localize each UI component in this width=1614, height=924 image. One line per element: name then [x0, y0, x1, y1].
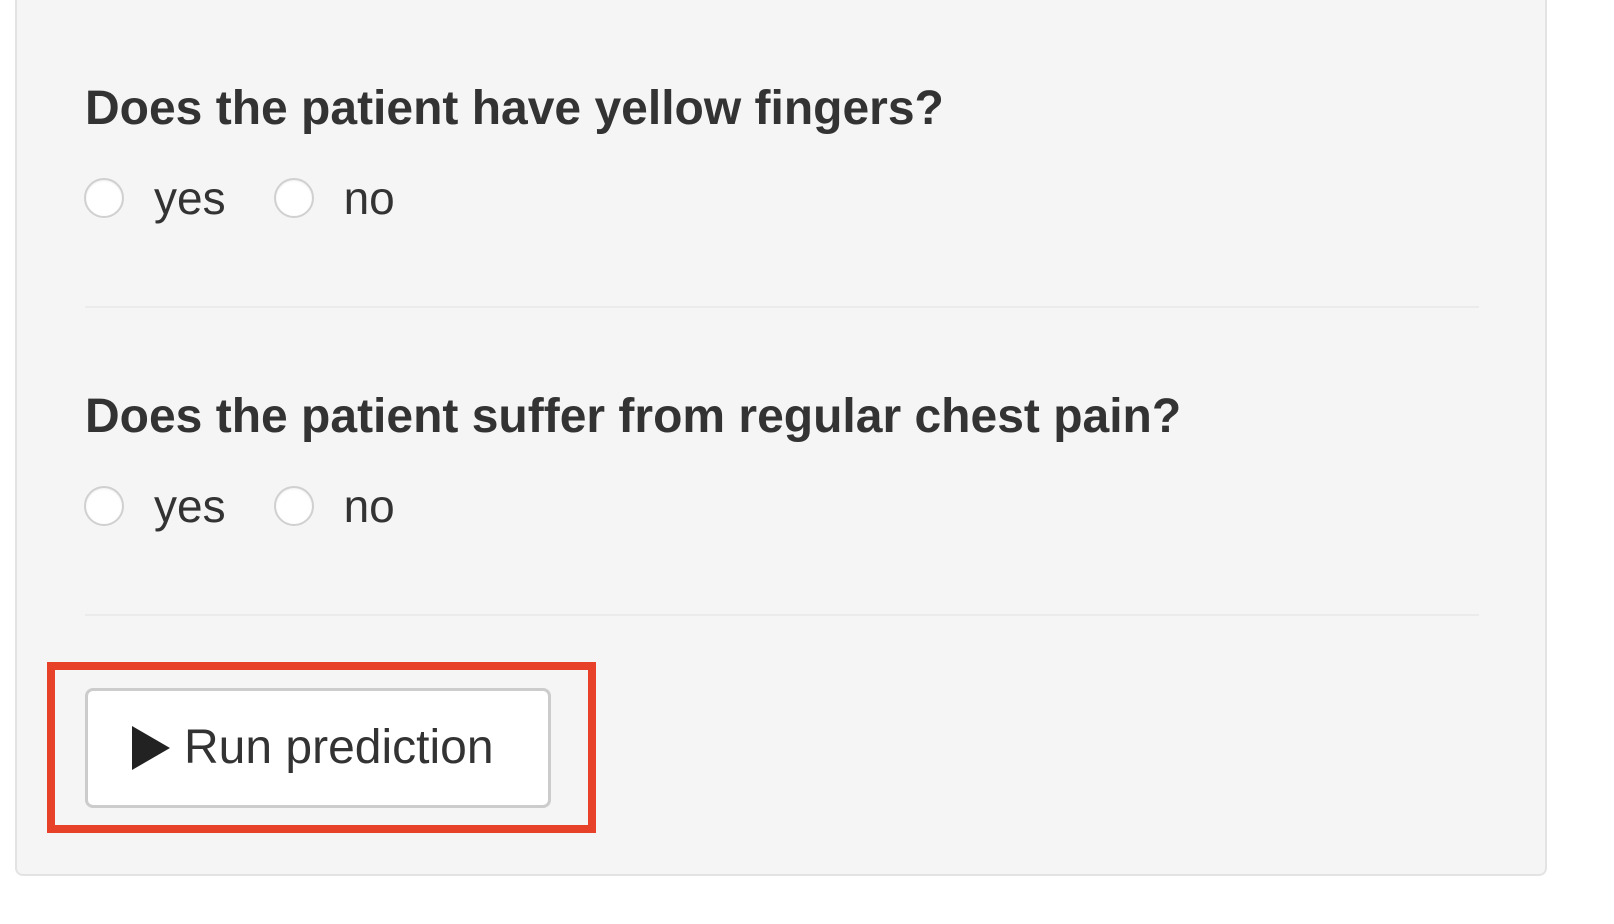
- run-prediction-button[interactable]: Run prediction: [85, 688, 551, 808]
- radio-label-no[interactable]: no: [344, 174, 395, 222]
- radio-group-yellow-fingers: yes no: [84, 174, 395, 222]
- radio-button-yellow-fingers-yes[interactable]: [84, 178, 124, 218]
- radio-button-chest-pain-yes[interactable]: [84, 486, 124, 526]
- radio-label-yes[interactable]: yes: [154, 174, 226, 222]
- run-prediction-label: Run prediction: [184, 721, 494, 774]
- play-icon: [132, 726, 170, 770]
- radio-label-no[interactable]: no: [344, 482, 395, 530]
- radio-option-chest-pain-no[interactable]: no: [273, 482, 395, 530]
- divider-bottom: [85, 614, 1479, 616]
- divider-middle: [85, 306, 1479, 308]
- radio-option-chest-pain-yes[interactable]: yes: [84, 482, 226, 530]
- question-yellow-fingers-label: Does the patient have yellow fingers?: [85, 82, 944, 135]
- radio-option-yellow-fingers-no[interactable]: no: [273, 174, 395, 222]
- question-chest-pain-label: Does the patient suffer from regular che…: [85, 390, 1182, 443]
- radio-option-yellow-fingers-yes[interactable]: yes: [84, 174, 226, 222]
- radio-group-chest-pain: yes no: [84, 482, 395, 530]
- radio-label-yes[interactable]: yes: [154, 482, 226, 530]
- radio-button-yellow-fingers-no[interactable]: [273, 178, 314, 218]
- radio-button-chest-pain-no[interactable]: [273, 486, 314, 526]
